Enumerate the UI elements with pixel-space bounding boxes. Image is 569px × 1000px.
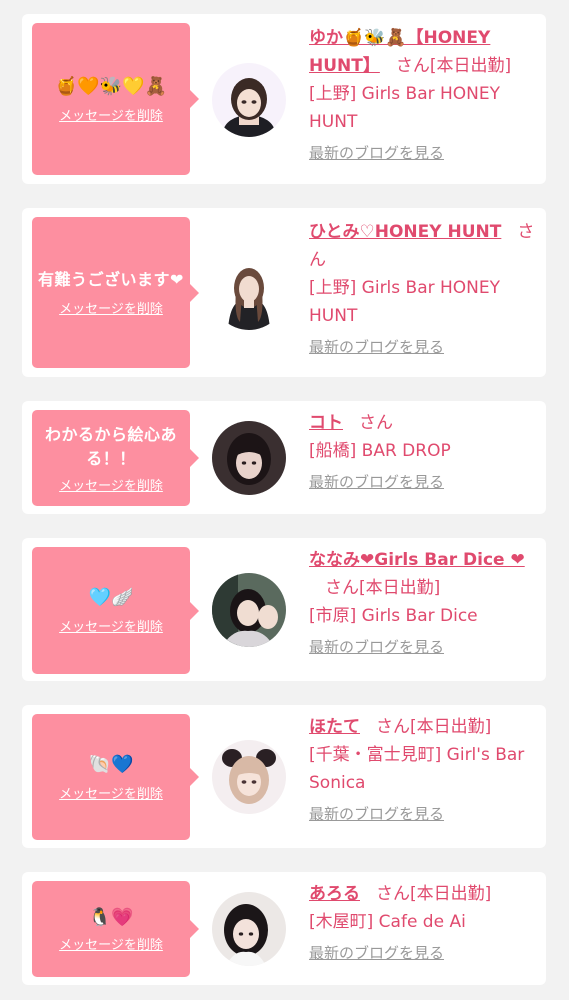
- delete-message-link[interactable]: メッセージを削除: [59, 783, 163, 802]
- avatar[interactable]: [212, 256, 286, 330]
- cast-info: ななみ❤Girls Bar Dice ❤ さん[本日出勤] [市原] Girls …: [309, 546, 537, 657]
- view-blog-link[interactable]: 最新のブログを見る: [309, 471, 444, 492]
- cast-name-link[interactable]: ななみ❤Girls Bar Dice ❤: [309, 550, 525, 570]
- cast-name-line: コト さん: [309, 409, 537, 437]
- cast-name-link[interactable]: ほたて: [309, 717, 360, 737]
- message-card: 有難うございます❤ メッセージを削除 ひとみ♡HONEY HUNT さん [上野]…: [22, 208, 546, 377]
- cast-name-line: ほたて さん[本日出勤]: [309, 713, 537, 741]
- honorific: さん: [325, 578, 359, 598]
- message-text: わかるから絵心ある！！: [44, 424, 177, 468]
- attendance-status: [本日出勤]: [410, 884, 492, 904]
- cast-info: ほたて さん[本日出勤] [千葉・富士見町] Girl's Bar Sonica …: [309, 713, 537, 824]
- cast-name-line: ななみ❤Girls Bar Dice ❤ さん[本日出勤]: [309, 546, 537, 602]
- shop-name: [市原] Girls Bar Dice: [309, 606, 478, 626]
- message-bubble: 有難うございます❤ メッセージを削除: [32, 217, 199, 368]
- attendance-status: [本日出勤]: [429, 56, 512, 76]
- cast-info: ひとみ♡HONEY HUNT さん [上野] Girls Bar HONEY HU…: [309, 218, 537, 357]
- view-blog-link[interactable]: 最新のブログを見る: [309, 942, 444, 963]
- honorific: さん: [376, 884, 410, 904]
- cast-name-line: ひとみ♡HONEY HUNT さん: [309, 218, 537, 274]
- message-bubble: 🐚💙 メッセージを削除: [32, 714, 199, 840]
- cast-name-link[interactable]: あろる: [309, 884, 360, 904]
- shop-name: [上野] Girls Bar HONEY HUNT: [309, 84, 501, 132]
- avatar[interactable]: [212, 892, 286, 966]
- shop-name: [上野] Girls Bar HONEY HUNT: [309, 278, 501, 326]
- shop-name: [千葉・富士見町] Girl's Bar Sonica: [309, 745, 525, 793]
- cast-info: コト さん [船橋] BAR DROP 最新のブログを見る: [309, 409, 537, 492]
- shop-name: [木屋町] Cafe de Ai: [309, 912, 466, 932]
- cast-name-line: あろる さん[本日出勤]: [309, 880, 537, 908]
- message-text: 🐧💗: [88, 906, 134, 928]
- message-bubble: わかるから絵心ある！！ メッセージを削除: [32, 410, 199, 506]
- message-card: 🐚💙 メッセージを削除 ほたて さん[本日出勤] [千葉・富士見町] Girl's…: [22, 705, 546, 848]
- avatar[interactable]: [212, 63, 286, 137]
- cast-info: ゆか🍯🐝🧸【HONEY HUNT】 さん[本日出勤] [上野] Girls Bar…: [309, 24, 537, 163]
- avatar[interactable]: [212, 740, 286, 814]
- honorific: さん: [359, 413, 393, 433]
- view-blog-link[interactable]: 最新のブログを見る: [309, 636, 444, 657]
- avatar[interactable]: [212, 421, 286, 495]
- cast-name-link[interactable]: ひとみ♡HONEY HUNT: [309, 222, 501, 242]
- cast-name-link[interactable]: コト: [309, 413, 343, 433]
- cast-info: あろる さん[本日出勤] [木屋町] Cafe de Ai 最新のブログを見る: [309, 880, 537, 963]
- delete-message-link[interactable]: メッセージを削除: [59, 934, 163, 953]
- message-text: 🐚💙: [88, 753, 134, 775]
- message-text: 有難うございます❤: [38, 270, 184, 289]
- delete-message-link[interactable]: メッセージを削除: [59, 105, 163, 124]
- message-card: わかるから絵心ある！！ メッセージを削除 コト さん [船橋] BAR DROP …: [22, 401, 546, 514]
- message-text: 🩵🪽: [88, 587, 134, 608]
- delete-message-link[interactable]: メッセージを削除: [59, 298, 163, 317]
- view-blog-link[interactable]: 最新のブログを見る: [309, 142, 444, 163]
- message-card: 🍯🧡🐝💛🧸 メッセージを削除 ゆか🍯🐝🧸【HONEY HUNT】 さん[本日出勤]…: [22, 14, 546, 184]
- delete-message-link[interactable]: メッセージを削除: [59, 475, 163, 494]
- shop-name: [船橋] BAR DROP: [309, 441, 451, 461]
- message-card: 🐧💗 メッセージを削除 あろる さん[本日出勤] [木屋町] Cafe de Ai…: [22, 872, 546, 985]
- message-bubble: 🍯🧡🐝💛🧸 メッセージを削除: [32, 23, 199, 175]
- message-bubble: 🐧💗 メッセージを削除: [32, 881, 199, 977]
- delete-message-link[interactable]: メッセージを削除: [59, 616, 163, 635]
- view-blog-link[interactable]: 最新のブログを見る: [309, 336, 444, 357]
- attendance-status: [本日出勤]: [410, 717, 492, 737]
- cast-name-line: ゆか🍯🐝🧸【HONEY HUNT】 さん[本日出勤]: [309, 24, 537, 80]
- message-card: 🩵🪽 メッセージを削除 ななみ❤Girls Bar Dice ❤ さん[本日出勤]…: [22, 538, 546, 681]
- honorific: さん: [395, 56, 430, 76]
- view-blog-link[interactable]: 最新のブログを見る: [309, 803, 444, 824]
- message-bubble: 🩵🪽 メッセージを削除: [32, 547, 199, 674]
- attendance-status: [本日出勤]: [359, 578, 441, 598]
- honorific: さん: [376, 717, 410, 737]
- avatar[interactable]: [212, 573, 286, 647]
- message-text: 🍯🧡🐝💛🧸: [54, 75, 168, 97]
